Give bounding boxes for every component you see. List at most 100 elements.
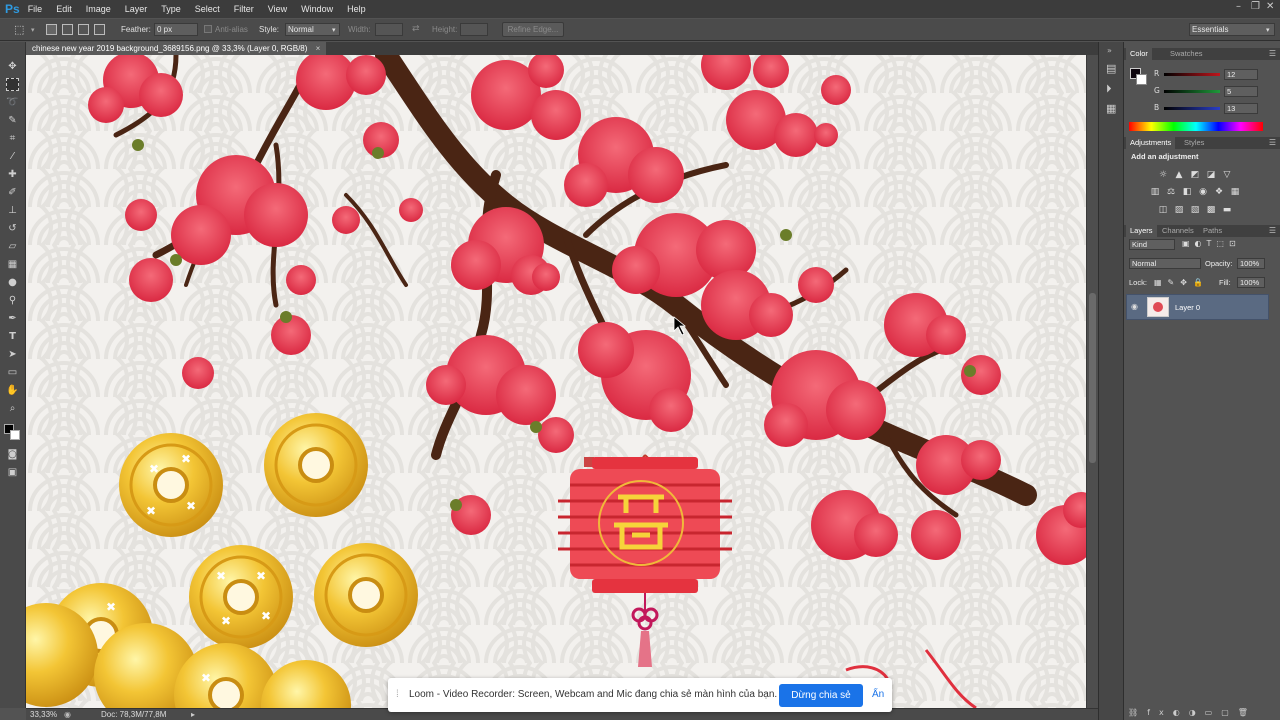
panel-menu-icon[interactable]: ☰ — [1269, 49, 1276, 58]
healing-brush-tool-icon[interactable]: ✚ — [6, 168, 19, 181]
menu-filter[interactable]: Filter — [234, 4, 254, 14]
curves-icon[interactable]: ◩ — [1190, 170, 1200, 180]
actions-icon[interactable]: ⏵ — [1106, 82, 1112, 96]
quick-mask-icon[interactable]: ◙ — [6, 448, 19, 461]
color-spectrum-ramp[interactable] — [1129, 122, 1263, 131]
type-tool-icon[interactable]: T — [6, 330, 19, 343]
quick-select-tool-icon[interactable]: ✎ — [6, 114, 19, 127]
layer-name[interactable]: Layer 0 — [1175, 303, 1200, 312]
swap-dimensions-icon[interactable]: ⇄ — [412, 24, 420, 34]
close-window-icon[interactable]: ✕ — [1266, 2, 1276, 12]
background-color-swatch[interactable] — [10, 430, 20, 440]
tab-swatches[interactable]: Swatches — [1166, 48, 1207, 60]
r-value-field[interactable]: 12 — [1224, 69, 1258, 80]
history-icon[interactable]: ▤ — [1106, 62, 1116, 75]
zoom-tool-icon[interactable]: ⌕ — [6, 402, 19, 415]
brush-tool-icon[interactable]: ✐ — [6, 186, 19, 199]
menu-file[interactable]: File — [28, 4, 43, 14]
panel-menu-icon[interactable]: ☰ — [1269, 138, 1276, 147]
intersect-selection-icon[interactable] — [94, 24, 105, 35]
document-tab[interactable]: chinese new year 2019 background_3689156… — [26, 42, 327, 55]
opacity-field[interactable]: 100% — [1237, 258, 1265, 269]
exposure-icon[interactable]: ◪ — [1206, 170, 1216, 180]
menu-image[interactable]: Image — [86, 4, 111, 14]
color-balance-icon[interactable]: ⚖ — [1166, 187, 1176, 197]
zoom-readout[interactable]: 33,33% — [30, 709, 57, 720]
menu-help[interactable]: Help — [347, 4, 366, 14]
marquee-preset-icon[interactable]: ⬚ — [14, 23, 24, 36]
minimize-icon[interactable]: – — [1236, 2, 1246, 12]
clone-stamp-tool-icon[interactable]: ⊥ — [6, 204, 19, 217]
tab-channels[interactable]: Channels — [1158, 225, 1198, 237]
lasso-tool-icon[interactable]: ➰ — [6, 96, 19, 109]
tab-paths[interactable]: Paths — [1199, 225, 1226, 237]
b-value-field[interactable]: 13 — [1224, 103, 1258, 114]
status-info-icon[interactable]: ◉ — [64, 709, 71, 720]
dodge-tool-icon[interactable]: ⚲ — [6, 294, 19, 307]
black-white-icon[interactable]: ◧ — [1182, 187, 1192, 197]
marquee-tool-icon[interactable] — [6, 78, 19, 91]
invert-icon[interactable]: ◫ — [1158, 205, 1168, 215]
brightness-icon[interactable]: ☼ — [1158, 170, 1168, 180]
gradient-map-icon[interactable]: ▬ — [1222, 205, 1232, 215]
lock-icons[interactable]: ▦✎✥🔒 — [1154, 278, 1209, 287]
channel-mixer-icon[interactable]: ❖ — [1214, 187, 1224, 197]
crop-tool-icon[interactable]: ⌗ — [6, 132, 19, 145]
menu-select[interactable]: Select — [195, 4, 220, 14]
tab-color[interactable]: Color — [1126, 48, 1152, 60]
g-slider[interactable] — [1164, 90, 1220, 93]
scrollbar-thumb[interactable] — [1089, 293, 1096, 463]
menu-type[interactable]: Type — [161, 4, 181, 14]
r-slider[interactable] — [1164, 73, 1220, 76]
move-tool-icon[interactable]: ✥ — [6, 60, 19, 73]
menu-edit[interactable]: Edit — [56, 4, 72, 14]
eye-icon[interactable]: ◉ — [1131, 302, 1138, 311]
refine-edge-button[interactable]: Refine Edge... — [502, 22, 564, 37]
vibrance-icon[interactable]: ▽ — [1222, 170, 1232, 180]
tab-layers[interactable]: Layers — [1126, 225, 1157, 237]
add-selection-icon[interactable] — [62, 24, 73, 35]
feather-input[interactable]: 0 px — [154, 23, 198, 36]
hide-button[interactable]: Ẩn — [872, 689, 884, 700]
restore-icon[interactable]: ❐ — [1251, 2, 1261, 12]
levels-icon[interactable]: ▲ — [1174, 170, 1184, 180]
stop-sharing-button[interactable]: Dừng chia sẻ — [779, 684, 863, 707]
fill-field[interactable]: 100% — [1237, 277, 1265, 288]
background-color-swatch[interactable] — [1136, 74, 1147, 85]
selective-color-icon[interactable]: ▩ — [1206, 205, 1216, 215]
layer-filter-icons[interactable]: ▣◐T⬚⊡ — [1182, 239, 1241, 248]
document-canvas[interactable]: ✖ ✖ ✖ ✖ ✖ ✖ ✖ ✖ ✖ ✖ — [26, 55, 1086, 708]
tab-styles[interactable]: Styles — [1180, 137, 1208, 149]
rectangle-tool-icon[interactable]: ▭ — [6, 366, 19, 379]
history-brush-tool-icon[interactable]: ↺ — [6, 222, 19, 235]
pen-tool-icon[interactable]: ✒ — [6, 312, 19, 325]
threshold-icon[interactable]: ▧ — [1190, 205, 1200, 215]
g-value-field[interactable]: 5 — [1224, 86, 1258, 97]
eyedropper-tool-icon[interactable]: ⁄ — [6, 150, 19, 163]
blur-tool-icon[interactable]: ● — [6, 276, 19, 289]
posterize-icon[interactable]: ▨ — [1174, 205, 1184, 215]
path-selection-tool-icon[interactable]: ➤ — [6, 348, 19, 361]
eraser-tool-icon[interactable]: ▱ — [6, 240, 19, 253]
layer-row[interactable]: ◉ Layer 0 — [1126, 294, 1269, 320]
gradient-tool-icon[interactable]: ▦ — [6, 258, 19, 271]
menu-window[interactable]: Window — [301, 4, 333, 14]
drag-handle-icon[interactable]: ⁞ — [396, 689, 399, 700]
screen-mode-icon[interactable]: ▣ — [6, 466, 19, 479]
subtract-selection-icon[interactable] — [78, 24, 89, 35]
color-lookup-icon[interactable]: ▦ — [1230, 187, 1240, 197]
chevron-down-icon[interactable]: ▾ — [31, 26, 35, 34]
menu-layer[interactable]: Layer — [125, 4, 148, 14]
status-menu-icon[interactable]: ▸ — [191, 709, 195, 720]
width-input[interactable] — [375, 23, 403, 36]
vertical-scrollbar[interactable] — [1086, 55, 1098, 708]
workspace-select[interactable]: Essentials — [1189, 23, 1275, 36]
collapse-icon[interactable]: » — [1107, 46, 1112, 55]
layer-filter-kind-select[interactable]: Kind — [1129, 239, 1175, 250]
b-slider[interactable] — [1164, 107, 1220, 110]
panel-menu-icon[interactable]: ☰ — [1269, 226, 1276, 235]
layer-footer-icons[interactable]: ⛓fx◐◑▭▢🗑 — [1128, 708, 1257, 717]
menu-view[interactable]: View — [268, 4, 287, 14]
close-tab-icon[interactable]: × — [316, 44, 321, 53]
new-selection-icon[interactable] — [46, 24, 57, 35]
